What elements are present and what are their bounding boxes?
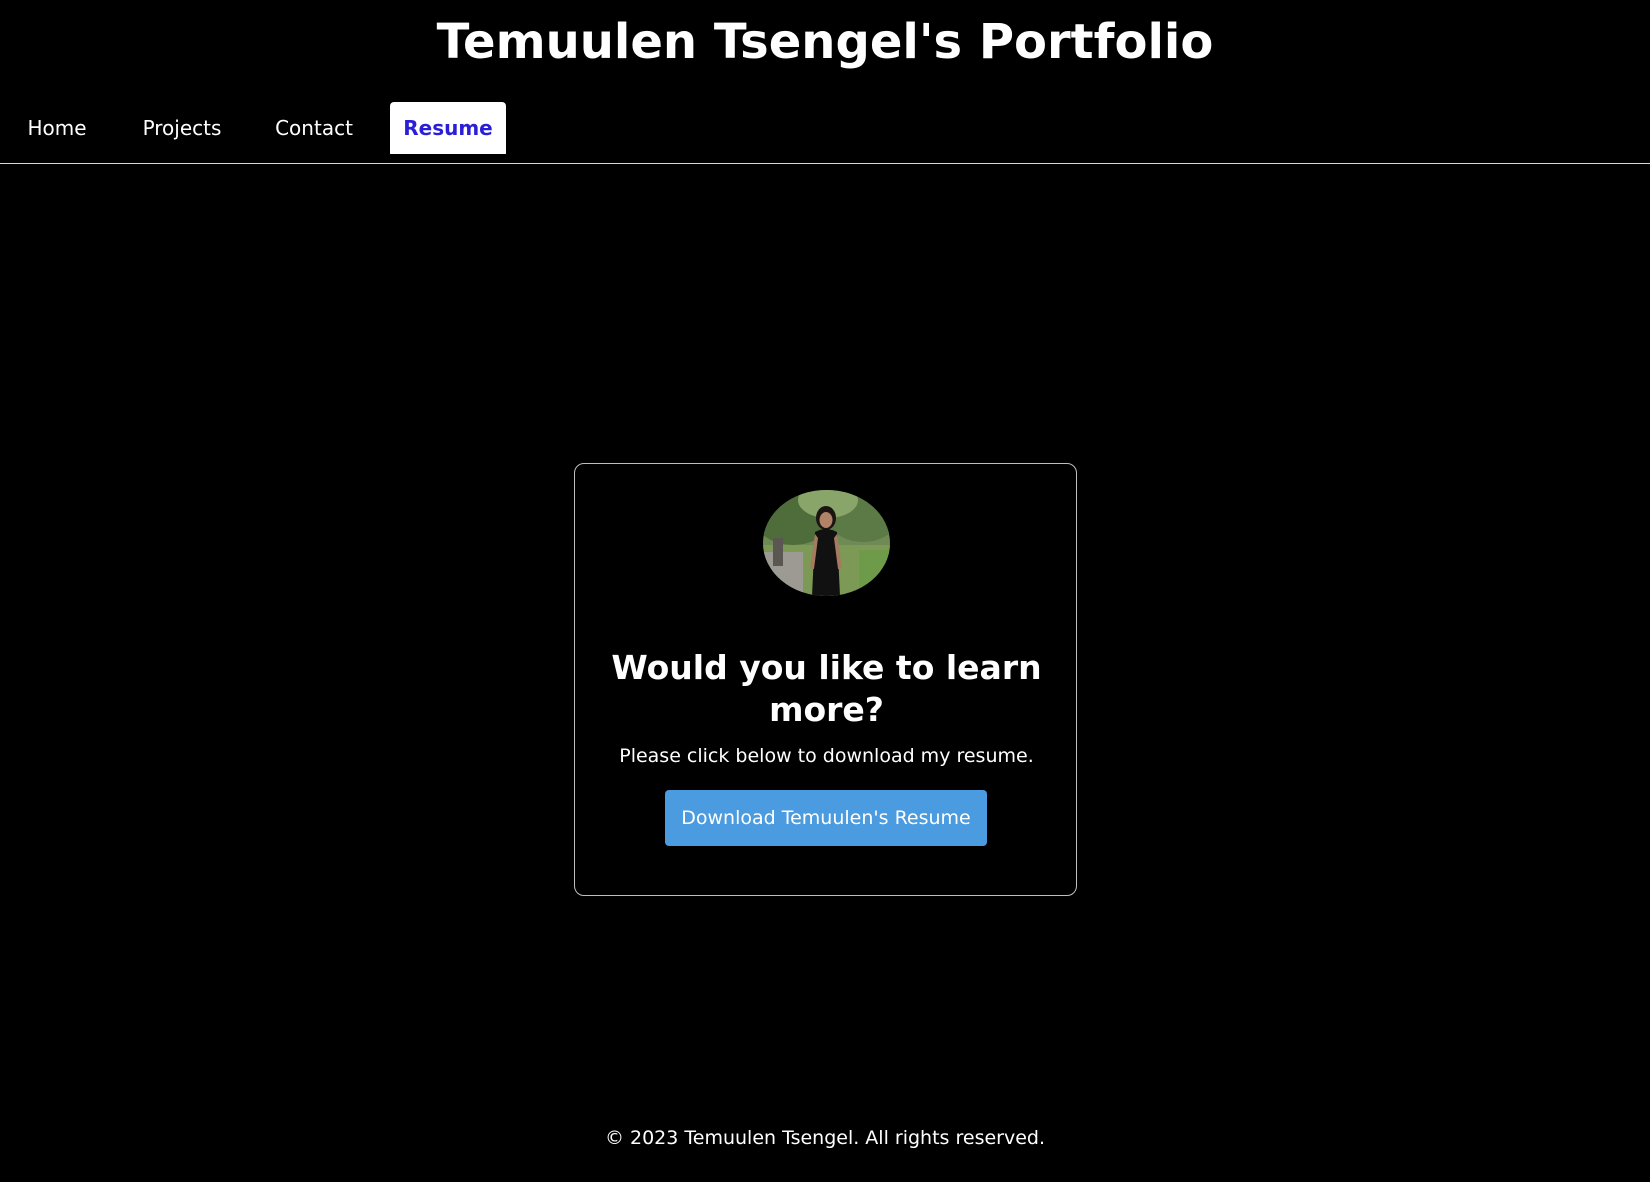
profile-photo-image	[763, 490, 890, 596]
card-heading: Would you like to learn more?	[611, 648, 1042, 729]
nav-tab-projects[interactable]: Projects	[132, 102, 232, 154]
avatar	[763, 490, 890, 596]
site-title: Temuulen Tsengel's Portfolio	[436, 14, 1214, 70]
footer-copyright: © 2023 Temuulen Tsengel. All rights rese…	[604, 1127, 1046, 1149]
nav-tab-resume[interactable]: Resume	[390, 102, 506, 154]
nav-divider	[0, 163, 1650, 164]
nav-tab-home[interactable]: Home	[15, 102, 99, 154]
main-nav: Home Projects Contact Resume	[0, 102, 1650, 154]
nav-tab-contact[interactable]: Contact	[267, 102, 361, 154]
download-resume-button[interactable]: Download Temuulen's Resume	[665, 790, 987, 846]
card-text: Please click below to download my resume…	[619, 745, 1034, 767]
resume-card: Would you like to learn more? Please cli…	[574, 463, 1077, 896]
